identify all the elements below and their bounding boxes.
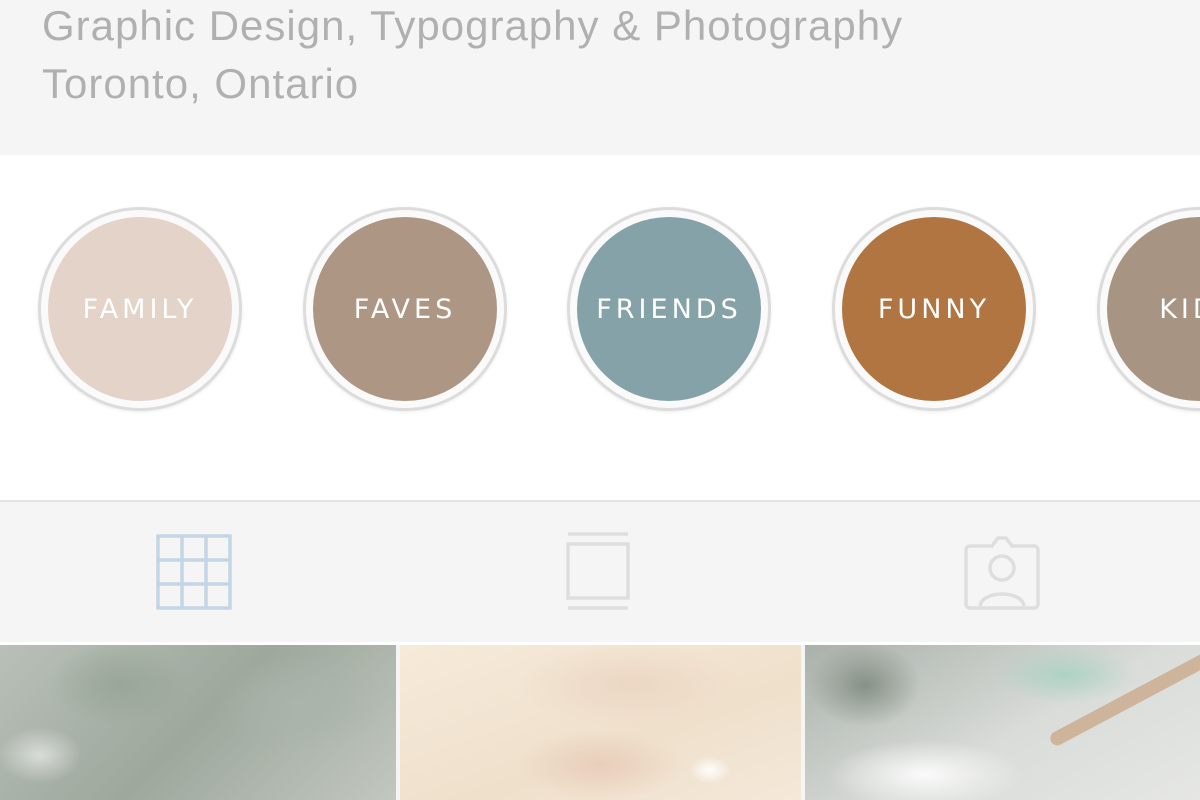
photo-thumbnail[interactable] — [0, 645, 396, 800]
profile-tab-bar — [0, 502, 1200, 642]
highlight-friends[interactable]: FRIENDS — [567, 207, 771, 411]
highlight-faves[interactable]: FAVES — [303, 207, 507, 411]
photo-thumbnail[interactable] — [400, 645, 801, 800]
photo-thumbnail[interactable] — [805, 645, 1200, 800]
feed-list-icon — [566, 532, 630, 610]
profile-bio: Graphic Design, Typography & Photography… — [0, 0, 1200, 150]
grid-icon — [156, 534, 232, 610]
highlight-label: KIDS — [1159, 293, 1200, 325]
highlight-funny[interactable]: FUNNY — [832, 207, 1036, 411]
highlight-label: FAMILY — [82, 293, 198, 325]
tab-feed[interactable] — [556, 530, 640, 614]
tagged-photos-icon — [964, 536, 1040, 610]
highlight-cover: FUNNY — [842, 217, 1026, 401]
highlight-cover: FRIENDS — [577, 217, 761, 401]
highlight-family[interactable]: FAMILY — [38, 207, 242, 411]
story-highlights-row: FAMILY FAVES FRIENDS FUNNY KIDS — [0, 155, 1200, 500]
photo-grid — [0, 645, 1200, 800]
highlight-label: FUNNY — [877, 293, 991, 325]
highlight-cover: KIDS — [1107, 217, 1200, 401]
highlight-cover: FAVES — [313, 217, 497, 401]
tab-tagged[interactable] — [960, 530, 1044, 614]
bio-location: Toronto, Ontario — [42, 60, 360, 107]
tab-grid[interactable] — [152, 530, 236, 614]
highlight-label: FRIENDS — [596, 293, 742, 325]
highlight-label: FAVES — [353, 293, 457, 325]
highlight-kids[interactable]: KIDS — [1097, 207, 1200, 411]
bio-description: Graphic Design, Typography & Photography — [42, 2, 904, 49]
highlight-cover: FAMILY — [48, 217, 232, 401]
